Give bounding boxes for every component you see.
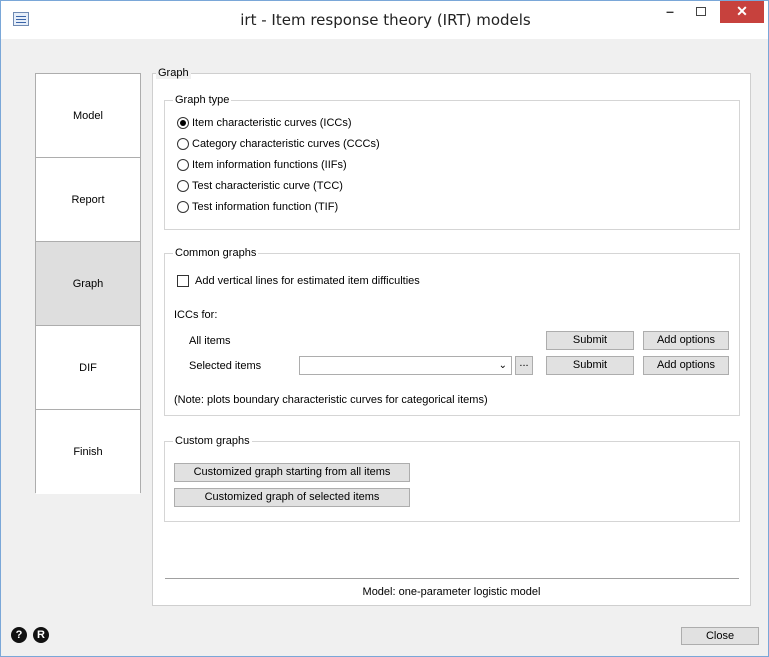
radio-label: Category characteristic curves (CCCs): [192, 138, 380, 150]
custom-graphs-legend: Custom graphs: [173, 435, 252, 447]
dialog-window: irt - Item response theory (IRT) models …: [0, 0, 769, 657]
vertical-lines-checkbox[interactable]: [177, 275, 189, 287]
chevron-down-icon: ⌄: [498, 360, 507, 371]
tab-label: DIF: [79, 361, 97, 374]
radio-tcc[interactable]: Test characteristic curve (TCC): [177, 179, 343, 193]
close-window-button[interactable]: ✕: [720, 1, 764, 23]
radio-label: Test information function (TIF): [192, 201, 339, 213]
radio-button[interactable]: [177, 138, 189, 150]
graph-type-legend: Graph type: [173, 94, 232, 106]
custom-graph-all-items-button[interactable]: Customized graph starting from all items: [174, 463, 410, 482]
tab-finish[interactable]: Finish: [36, 410, 140, 494]
tab-label: Model: [73, 109, 103, 122]
submit-selected-button[interactable]: Submit: [546, 356, 634, 375]
tab-graph[interactable]: Graph: [36, 242, 140, 326]
radio-label: Test characteristic curve (TCC): [192, 180, 343, 192]
close-button[interactable]: Close: [681, 627, 759, 645]
custom-graph-selected-items-button[interactable]: Customized graph of selected items: [174, 488, 410, 507]
radio-tif[interactable]: Test information function (TIF): [177, 200, 338, 214]
add-options-selected-button[interactable]: Add options: [643, 356, 729, 375]
browse-items-button[interactable]: ...: [515, 356, 533, 375]
model-status: Model: one-parameter logistic model: [362, 586, 541, 598]
all-items-label: All items: [189, 335, 231, 347]
radio-button[interactable]: [177, 117, 189, 129]
iccs-for-label: ICCs for:: [174, 309, 218, 321]
radio-iccs[interactable]: Item characteristic curves (ICCs): [177, 116, 352, 130]
radio-button[interactable]: [177, 201, 189, 213]
selected-items-dropdown[interactable]: ⌄: [299, 356, 512, 375]
maximize-button[interactable]: [687, 1, 715, 23]
submit-all-button[interactable]: Submit: [546, 331, 634, 350]
window-title: irt - Item response theory (IRT) models: [240, 11, 531, 29]
selected-items-label: Selected items: [189, 360, 262, 372]
minimize-button[interactable]: –: [656, 1, 684, 23]
radio-button[interactable]: [177, 159, 189, 171]
maximize-icon: [696, 7, 706, 16]
tab-dif[interactable]: DIF: [36, 326, 140, 410]
tab-report[interactable]: Report: [36, 158, 140, 242]
checkbox-label: Add vertical lines for estimated item di…: [195, 275, 420, 287]
tab-label: Report: [71, 193, 105, 206]
tab-model[interactable]: Model: [36, 74, 140, 158]
radio-button[interactable]: [177, 180, 189, 192]
radio-label: Item information functions (IIFs): [192, 159, 347, 171]
custom-graphs-group: Custom graphs Customized graph starting …: [164, 435, 740, 522]
radio-cccs[interactable]: Category characteristic curves (CCCs): [177, 137, 380, 151]
add-options-all-button[interactable]: Add options: [643, 331, 729, 350]
common-graphs-group: Common graphs Add vertical lines for est…: [164, 247, 740, 416]
radio-label: Item characteristic curves (ICCs): [192, 117, 352, 129]
reset-icon[interactable]: R: [33, 627, 49, 643]
panel-title: Graph: [156, 67, 191, 79]
divider: [165, 578, 739, 579]
tab-label: Finish: [73, 446, 103, 458]
title-bar: irt - Item response theory (IRT) models …: [1, 1, 768, 39]
graph-type-group: Graph type Item characteristic curves (I…: [164, 94, 740, 230]
tab-label: Graph: [72, 277, 104, 290]
sidebar: Model Report Graph DIF Finish: [35, 73, 141, 494]
note-text: (Note: plots boundary characteristic cur…: [174, 394, 488, 406]
vertical-lines-checkbox-row[interactable]: Add vertical lines for estimated item di…: [177, 274, 420, 288]
radio-iifs[interactable]: Item information functions (IIFs): [177, 158, 347, 172]
help-icon[interactable]: ?: [11, 627, 27, 643]
common-graphs-legend: Common graphs: [173, 247, 259, 259]
